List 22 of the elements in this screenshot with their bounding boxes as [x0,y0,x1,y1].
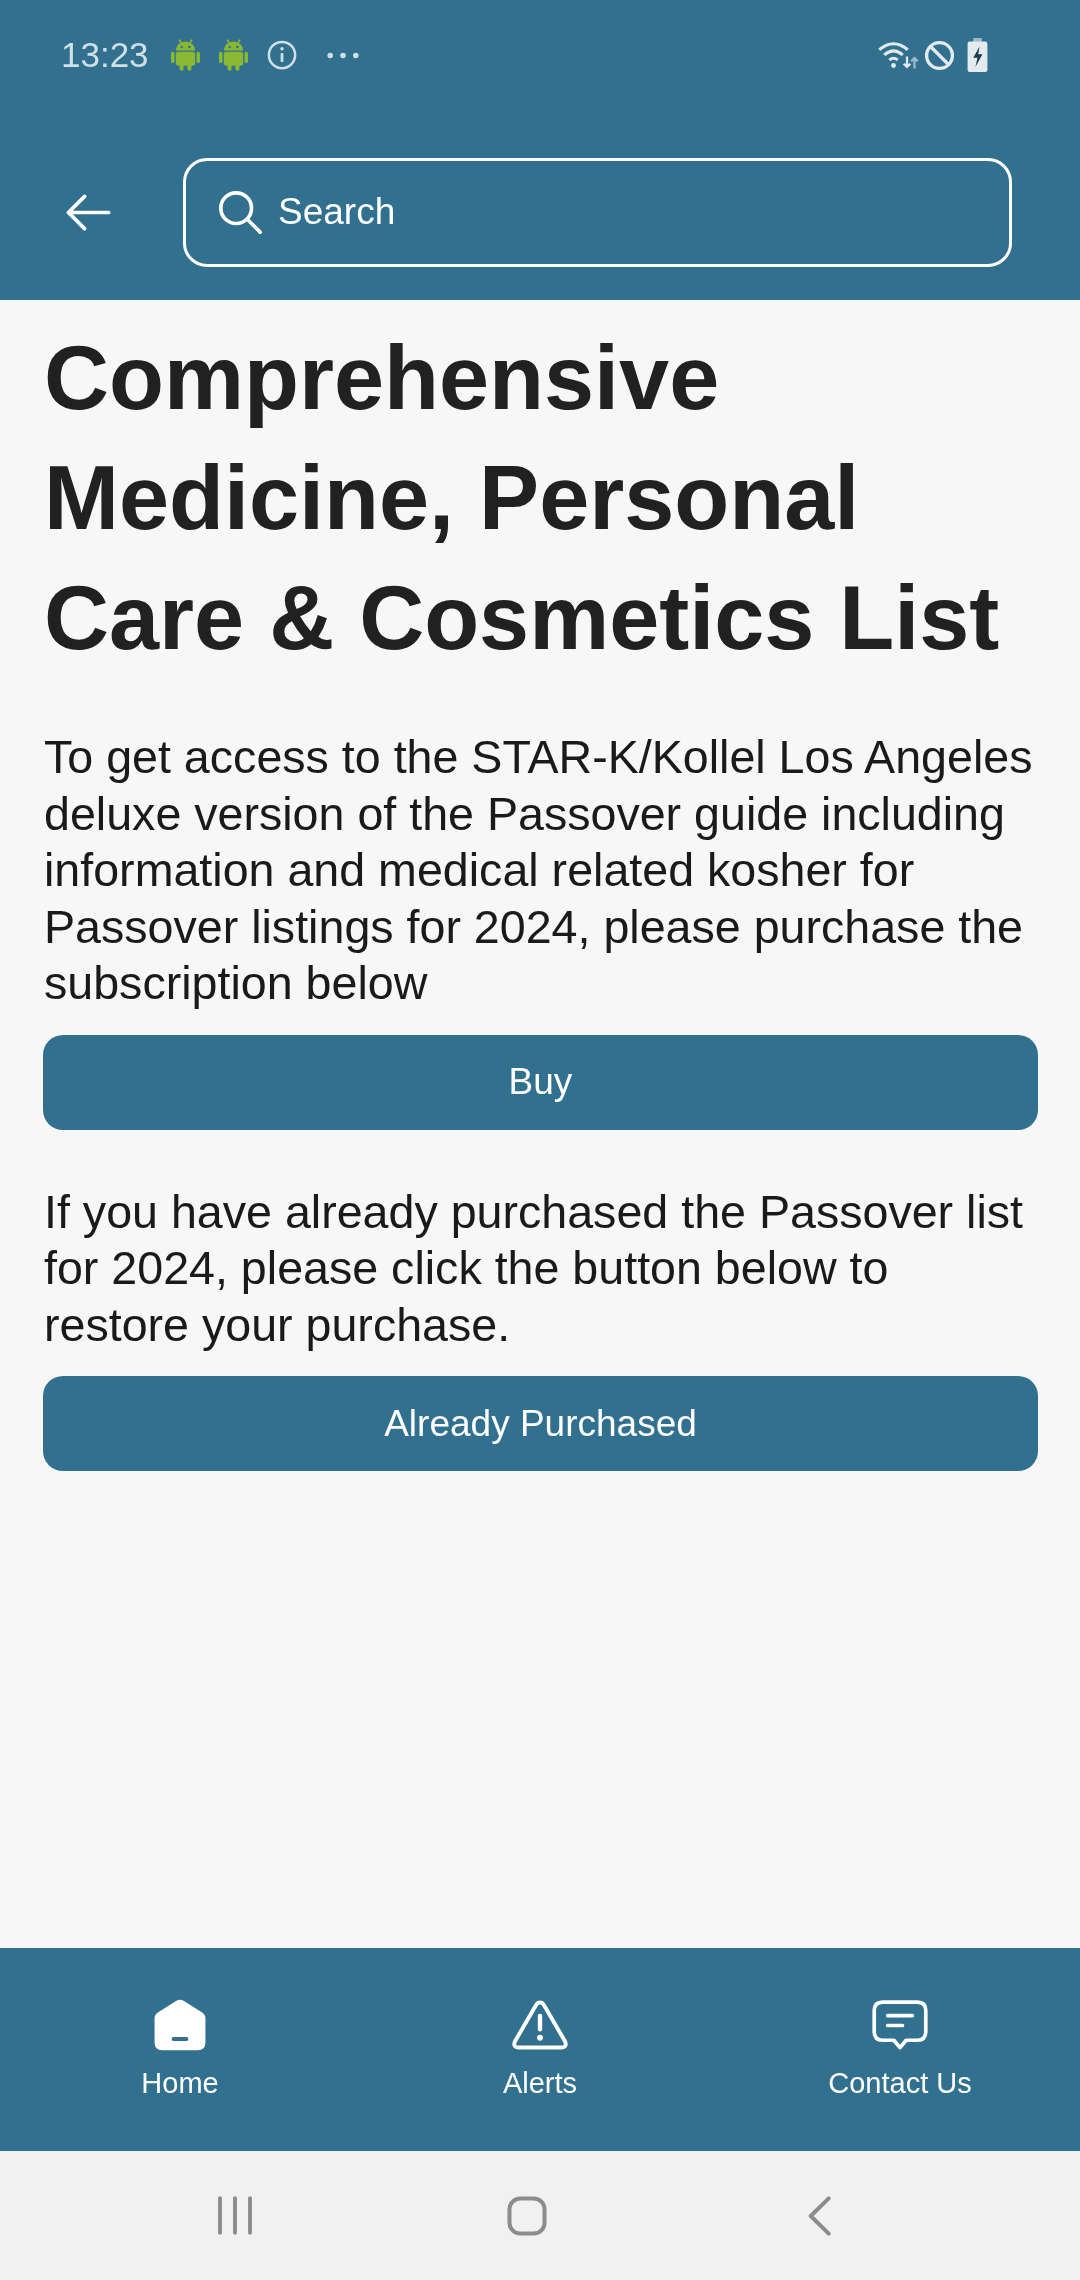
search-icon [217,188,263,235]
nav-tab[interactable]: Alerts [502,1997,578,2100]
wifi-icon [877,40,919,70]
page-title: Comprehensive Medicine, Personal Care & Cosmetics List [43,327,1001,670]
rounded-square-icon[interactable] [507,2195,547,2236]
android-robot-icon [170,39,200,71]
primary-button[interactable]: Already Purchased [43,1376,1038,1471]
chevron-left-icon[interactable] [808,2195,831,2236]
nav-tab[interactable]: Home [141,1997,219,2100]
vertical-bars-icon[interactable] [217,2196,253,2235]
battery-charging-icon [967,38,988,72]
search-field[interactable]: Search [183,157,1012,267]
primary-button[interactable]: Buy [43,1034,1038,1130]
info-icon [266,40,297,70]
more-dots-icon [326,51,359,59]
status-time: 13:23 [61,35,149,75]
nav-tab[interactable]: Contact Us [828,1997,972,2100]
body-text: To get access to the STAR-K/Kollel Los Angeles deluxe version of the Passover guide including information and medical related kosher for Passover listings for 2024, please purchase the subscription below [43,730,1034,1011]
body-text: If you have already purchased the Passover list for 2024, please click the button below to restore your purchase. [43,1184,1024,1353]
android-robot-icon [218,39,248,71]
no-entry-icon [924,39,955,71]
left-arrow-icon[interactable] [65,193,111,231]
